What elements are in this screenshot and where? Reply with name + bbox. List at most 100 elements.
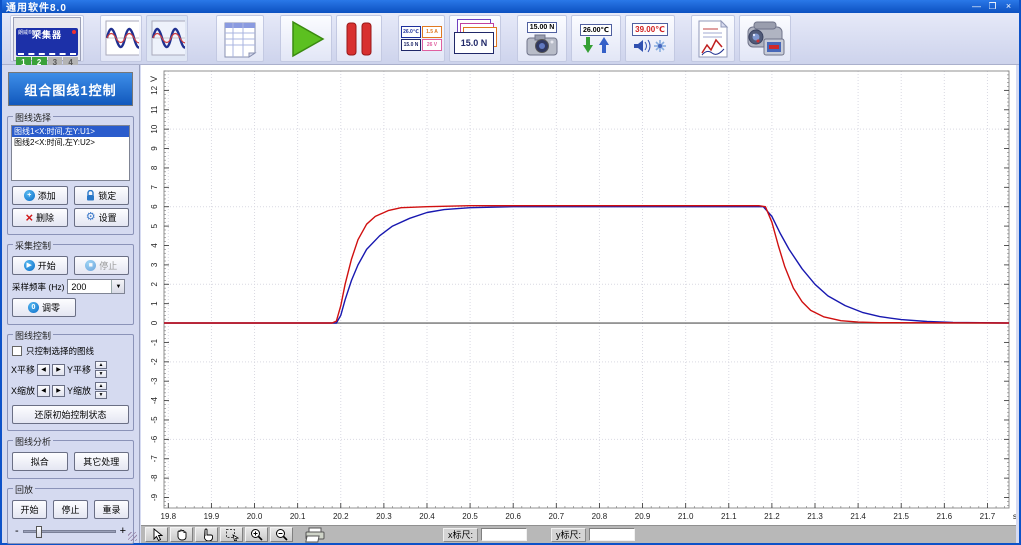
- add-line-button[interactable]: + 添加: [12, 186, 68, 205]
- delete-x-icon: ×: [25, 210, 34, 225]
- zoom-in-tool-button[interactable]: [245, 527, 268, 542]
- environment-control-button[interactable]: 39.00℃: [625, 15, 675, 62]
- analysis-group: 图线分析 拟合 其它处理: [7, 435, 134, 479]
- svg-text:-1: -1: [150, 338, 159, 346]
- graph-window2-button[interactable]: [146, 15, 188, 62]
- playback-slider[interactable]: [22, 525, 116, 538]
- playback-stop-button[interactable]: 停止: [53, 500, 88, 519]
- y-ruler-input[interactable]: [589, 528, 636, 541]
- reset-control-button[interactable]: 还原初始控制状态: [12, 405, 129, 424]
- svg-text:8: 8: [1015, 166, 1016, 171]
- acquire-stop-button[interactable]: ■ 停止: [73, 256, 129, 275]
- pause-acquisition-button[interactable]: [336, 15, 382, 62]
- graph-window-button[interactable]: [100, 15, 142, 62]
- svg-text:6: 6: [1015, 204, 1016, 209]
- close-button[interactable]: ×: [1002, 1, 1015, 12]
- sample-rate-select[interactable]: 200 ▼: [67, 279, 126, 294]
- chevron-down-icon[interactable]: ▼: [111, 280, 125, 293]
- x-zoom-label: X缩放: [11, 386, 36, 396]
- svg-text:-5: -5: [1015, 416, 1016, 424]
- x-zoom-in-button[interactable]: ▶: [52, 384, 66, 397]
- line-control-group: 图线控制 只控制选择的图线 X平移 ◀ ▶ Y平移 ▲ ▼ X缩放 ◀ ▶ Y缩…: [7, 329, 134, 431]
- y-zoom-down-button[interactable]: ▼: [95, 391, 108, 399]
- svg-text:10: 10: [1015, 125, 1016, 134]
- svg-text:0: 0: [150, 320, 159, 325]
- svg-text:1: 1: [1015, 301, 1016, 306]
- x-zoom-out-button[interactable]: ◀: [37, 384, 51, 397]
- delete-line-button[interactable]: × 删除: [12, 208, 68, 227]
- import-export-button[interactable]: 26.00℃: [571, 15, 621, 62]
- y-zoom-spinner[interactable]: ▲ ▼: [95, 382, 108, 399]
- y-zoom-label: Y缩放: [67, 386, 92, 396]
- waveform2-icon: [151, 20, 185, 55]
- fit-button[interactable]: 拟合: [12, 452, 68, 471]
- select-point-tool-button[interactable]: [195, 527, 218, 542]
- table-icon: [224, 22, 257, 58]
- maximize-button[interactable]: ❐: [986, 1, 999, 12]
- list-item-line1[interactable]: 图线1<X:时间,左Y:U1>: [12, 126, 129, 137]
- y-pan-up-button[interactable]: ▲: [95, 361, 108, 369]
- collector-device-button[interactable]: 朗威®DISLab 采集器 1 2 3 4: [10, 15, 84, 68]
- line-listbox[interactable]: 图线1<X:时间,左Y:U1> 图线2<X:时间,左Y:U2>: [11, 125, 130, 181]
- stacked-cards-icon: 15.0 N: [452, 18, 498, 59]
- video-record-button[interactable]: [739, 15, 791, 62]
- svg-text:-3: -3: [1015, 378, 1016, 386]
- y-zoom-up-button[interactable]: ▲: [95, 382, 108, 390]
- svg-text:9: 9: [150, 146, 159, 151]
- svg-text:-6: -6: [1015, 436, 1016, 444]
- only-selected-label: 只控制选择的图线: [26, 346, 95, 356]
- lock-button[interactable]: 锁定: [73, 186, 129, 205]
- playback-rerecord-button[interactable]: 重录: [94, 500, 129, 519]
- playback-start-button[interactable]: 开始: [12, 500, 47, 519]
- acquire-start-button[interactable]: ▶ 开始: [12, 256, 68, 275]
- settings-button[interactable]: ⚙ 设置: [73, 208, 129, 227]
- waveform-icon: [105, 20, 139, 55]
- big-display-button[interactable]: 15.0 N: [449, 15, 501, 62]
- svg-text:-9: -9: [1015, 494, 1016, 502]
- meter-temp: 26.0℃: [401, 26, 421, 38]
- y-pan-down-button[interactable]: ▼: [95, 370, 108, 378]
- report-button[interactable]: [691, 15, 735, 62]
- main-toolbar: 朗威®DISLab 采集器 1 2 3 4 26.0℃ 1.5 A 15.0 N…: [2, 13, 1019, 68]
- y-pan-spinner[interactable]: ▲ ▼: [95, 361, 108, 378]
- zero-adjust-button[interactable]: 0 调零: [12, 298, 76, 317]
- meter-display-button[interactable]: 26.0℃ 1.5 A 15.0 N 26 V: [398, 15, 445, 62]
- combined-graph[interactable]: 19.8 19.9 20.0 20.1 20.2 20.3 20.4 20.5 20.6 20.7…: [141, 65, 1016, 525]
- svg-text:11: 11: [150, 105, 159, 114]
- speaker-fan-icon: [634, 39, 666, 52]
- marquee-zoom-tool-button[interactable]: [220, 527, 243, 542]
- cursor-tool-button[interactable]: [145, 527, 168, 542]
- start-acquisition-button[interactable]: [280, 15, 332, 62]
- svg-text:7: 7: [150, 185, 159, 190]
- card-value: 15.0 N: [454, 31, 494, 54]
- x-pan-left-button[interactable]: ◀: [37, 363, 51, 376]
- x-ruler-input[interactable]: [481, 528, 528, 541]
- pan-tool-button[interactable]: [170, 527, 193, 542]
- status-bar: x标尺: y标尺:: [141, 525, 1016, 543]
- svg-text:20.8: 20.8: [592, 512, 608, 521]
- x-pan-right-button[interactable]: ▶: [52, 363, 66, 376]
- svg-text:21.0: 21.0: [678, 512, 694, 521]
- only-selected-checkbox[interactable]: [12, 346, 22, 356]
- print-button[interactable]: [301, 527, 331, 542]
- meter-voltage: 26 V: [422, 39, 442, 51]
- list-item-line2[interactable]: 图线2<X:时间,左Y:U2>: [12, 137, 129, 148]
- snapshot-button[interactable]: 15.00 N: [517, 15, 567, 62]
- env-temperature: 39.00℃: [632, 22, 668, 36]
- other-processing-button[interactable]: 其它处理: [73, 452, 129, 471]
- line-control-label: 图线控制: [13, 329, 54, 342]
- svg-text:21.7: 21.7: [980, 512, 996, 521]
- chart-area[interactable]: 19.8 19.9 20.0 20.1 20.2 20.3 20.4 20.5 20.6 20.7…: [141, 65, 1016, 525]
- slider-thumb[interactable]: [36, 525, 43, 538]
- zero-icon: 0: [27, 302, 39, 313]
- y-ruler-label: y标尺:: [551, 527, 587, 542]
- playback-label: 回放: [13, 483, 36, 496]
- resize-grip[interactable]: [128, 532, 137, 541]
- report-icon: [698, 19, 729, 57]
- zoom-out-tool-button[interactable]: [270, 527, 293, 542]
- acquisition-group: 采集控制 ▶ 开始 ■ 停止 采样频率 (Hz) 200 ▼ 0 调零: [7, 239, 134, 325]
- plus-icon: +: [23, 190, 35, 201]
- minimize-button[interactable]: —: [970, 1, 983, 12]
- table-window-button[interactable]: [216, 15, 264, 62]
- slider-plus-label: +: [119, 525, 126, 537]
